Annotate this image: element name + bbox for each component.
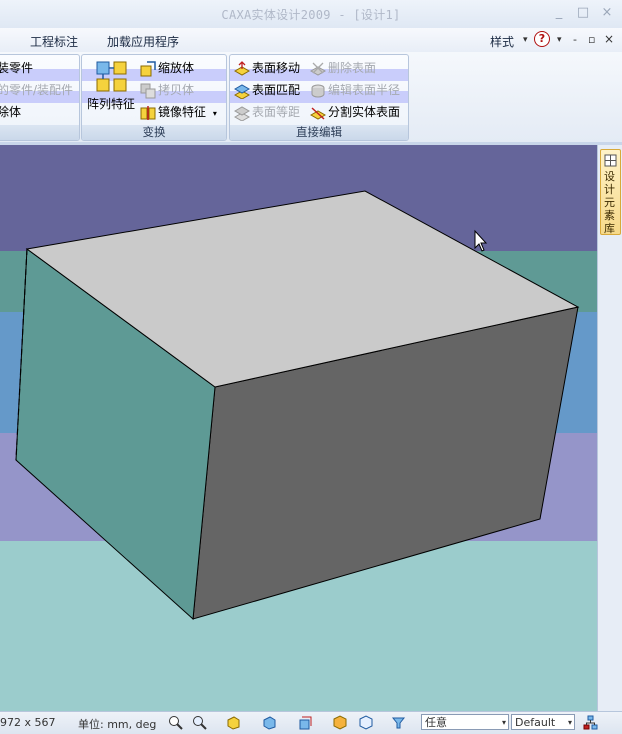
viewport-svg[interactable] [0, 145, 597, 711]
insert-part-label: 装零件 [0, 61, 34, 75]
close-button[interactable]: × [598, 5, 616, 21]
render-mode-dropdown-arrow[interactable]: ▾ [568, 715, 572, 731]
part-assembly-button[interactable]: 的零件/装配件 [0, 80, 73, 100]
edit-surface-radius-label: 编辑表面半径 [328, 83, 401, 97]
group-label-direct-edit: 直接编辑 [230, 125, 408, 140]
side-panel: 设计元素库 [597, 145, 622, 711]
delete-body-button[interactable]: 除体 [0, 102, 21, 122]
window-title: CAXA实体设计2009 - [设计1] [221, 8, 401, 22]
render-mode-combo[interactable]: Default ▾ [511, 714, 575, 730]
unit-display: 单位: mm, deg [78, 718, 157, 731]
mirror-feature-label: 镜像特征 [158, 105, 207, 119]
ribbon-group-transform: 阵列特征 缩放体 拷贝体 镜像特征 ▾ 变换 [81, 54, 227, 141]
copy-body-button[interactable]: 拷贝体 [140, 80, 194, 100]
render-style-icon[interactable] [332, 715, 347, 730]
edit-surface-radius-icon [311, 84, 325, 97]
ribbon-group-parts: 装零件 的零件/装配件 除体 [0, 54, 80, 141]
split-solid-surface-icon [310, 106, 326, 120]
surface-offset-label: 表面等距 [252, 105, 301, 119]
split-solid-surface-button[interactable]: 分割实体表面 [310, 102, 400, 122]
group-label-parts [0, 125, 79, 140]
select-filter-icon[interactable] [391, 715, 406, 730]
status-bar: 972 x 567 单位: mm, deg 任意 ▾ Default ▾ [0, 711, 622, 734]
selection-filter-combo[interactable]: 任意 ▾ [421, 714, 509, 730]
render-mode-value: Default [515, 716, 556, 729]
ribbon-group-direct-edit: 表面移动 删除表面 表面匹配 编辑表面半径 表面等距 分割实体表面 直接编辑 [229, 54, 409, 141]
surface-offset-icon [234, 105, 250, 121]
group-label-transform: 变换 [82, 125, 226, 140]
scale-body-button[interactable]: 缩放体 [140, 58, 194, 78]
tab-engineering-annotation[interactable]: 工程标注 [30, 33, 78, 50]
style-dropdown-arrow[interactable]: ▾ [523, 35, 528, 45]
help-icon[interactable]: ? [534, 31, 550, 47]
delete-surface-icon [310, 62, 326, 76]
minimize-button[interactable]: _ [550, 5, 568, 21]
split-solid-surface-label: 分割实体表面 [328, 105, 401, 119]
selection-filter-dropdown-arrow[interactable]: ▾ [502, 715, 506, 731]
insert-part-button[interactable]: 装零件 [0, 58, 33, 78]
array-feature-icon [96, 61, 127, 92]
surface-match-label: 表面匹配 [252, 83, 301, 97]
mdi-minimize-button[interactable]: - [573, 33, 577, 46]
view-orientation-icon[interactable] [226, 715, 241, 730]
design-canvas[interactable] [0, 145, 597, 711]
surface-move-icon [234, 60, 250, 76]
surface-match-icon [234, 83, 250, 99]
part-assembly-label: 的零件/装配件 [0, 83, 74, 97]
wireframe-icon[interactable] [358, 715, 373, 730]
library-icon [604, 154, 617, 167]
copy-body-label: 拷贝体 [158, 83, 195, 97]
edit-surface-radius-button[interactable]: 编辑表面半径 [310, 80, 400, 100]
restore-button[interactable]: □ [574, 5, 592, 21]
ribbon: 装零件 的零件/装配件 除体 阵列特征 缩放体 拷贝体 镜像特征 ▾ [0, 52, 622, 142]
mdi-restore-button[interactable]: ▫ [588, 33, 595, 46]
zoom-icon[interactable] [168, 715, 183, 730]
zoom-window-icon[interactable] [192, 715, 207, 730]
design-element-library-label: 设计元素库 [604, 170, 615, 235]
design-element-library-tab[interactable]: 设计元素库 [600, 149, 621, 235]
delete-surface-button[interactable]: 删除表面 [310, 58, 376, 78]
surface-move-button[interactable]: 表面移动 [234, 58, 300, 78]
mirror-feature-dropdown-arrow[interactable]: ▾ [213, 109, 217, 118]
mirror-feature-icon [140, 105, 156, 120]
scale-body-icon [140, 60, 156, 76]
tab-load-applications[interactable]: 加载应用程序 [107, 33, 179, 50]
ribbon-tab-bar: 工程标注 加载应用程序 样式 ▾ ▾ - ▫ × [0, 28, 622, 52]
array-feature-label: 阵列特征 [86, 97, 135, 111]
display-mode-icon[interactable] [298, 715, 313, 730]
array-feature-button[interactable]: 阵列特征 [86, 57, 136, 117]
mdi-close-button[interactable]: × [604, 32, 614, 46]
standard-view-icon[interactable] [262, 715, 277, 730]
scale-body-label: 缩放体 [158, 61, 195, 75]
surface-match-button[interactable]: 表面匹配 [234, 80, 300, 100]
selection-filter-value: 任意 [425, 716, 447, 729]
delete-body-label: 除体 [0, 105, 22, 119]
help-dropdown-arrow[interactable]: ▾ [557, 35, 562, 45]
style-menu[interactable]: 样式 [490, 33, 514, 50]
title-bar: CAXA实体设计2009 - [设计1] _ □ × [0, 0, 622, 29]
copy-body-icon [140, 83, 156, 98]
mirror-feature-button[interactable]: 镜像特征 ▾ [140, 102, 217, 122]
surface-offset-button[interactable]: 表面等距 [234, 102, 300, 122]
network-icon[interactable] [583, 715, 598, 730]
delete-surface-label: 删除表面 [328, 61, 377, 75]
viewport-size: 972 x 567 [0, 716, 56, 729]
surface-move-label: 表面移动 [252, 61, 301, 75]
